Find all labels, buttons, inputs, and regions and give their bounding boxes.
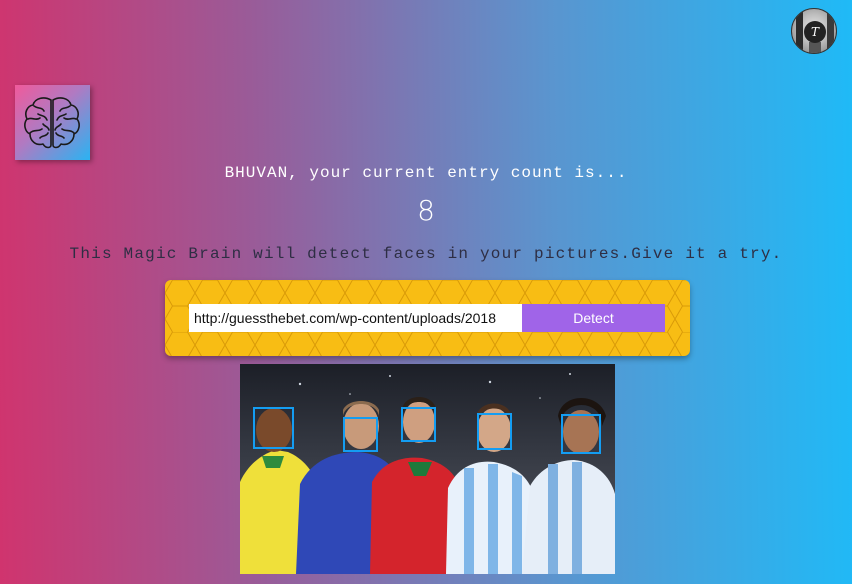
avatar-stripe — [809, 42, 821, 53]
detect-button[interactable]: Detect — [522, 304, 665, 332]
result-image — [240, 364, 615, 574]
avatar-stripe — [827, 9, 834, 53]
app-logo — [15, 85, 90, 160]
face-bounding-box — [561, 414, 601, 454]
face-bounding-box — [401, 407, 436, 442]
brain-icon — [24, 97, 80, 149]
entry-count-value: 8 — [417, 194, 435, 227]
face-bounding-box — [477, 413, 512, 450]
avatar-stripe — [796, 9, 803, 53]
face-bounding-box — [253, 407, 294, 449]
image-url-input[interactable] — [189, 304, 522, 332]
players-photo — [240, 373, 615, 574]
image-link-form: Detect — [165, 280, 690, 356]
entry-count-message: BHUVAN, your current entry count is... — [224, 164, 628, 182]
app-description: This Magic Brain will detect faces in yo… — [69, 245, 783, 263]
face-bounding-box — [343, 417, 378, 452]
profile-avatar[interactable]: T — [791, 8, 837, 54]
user-avatar-icon: T — [804, 21, 826, 43]
